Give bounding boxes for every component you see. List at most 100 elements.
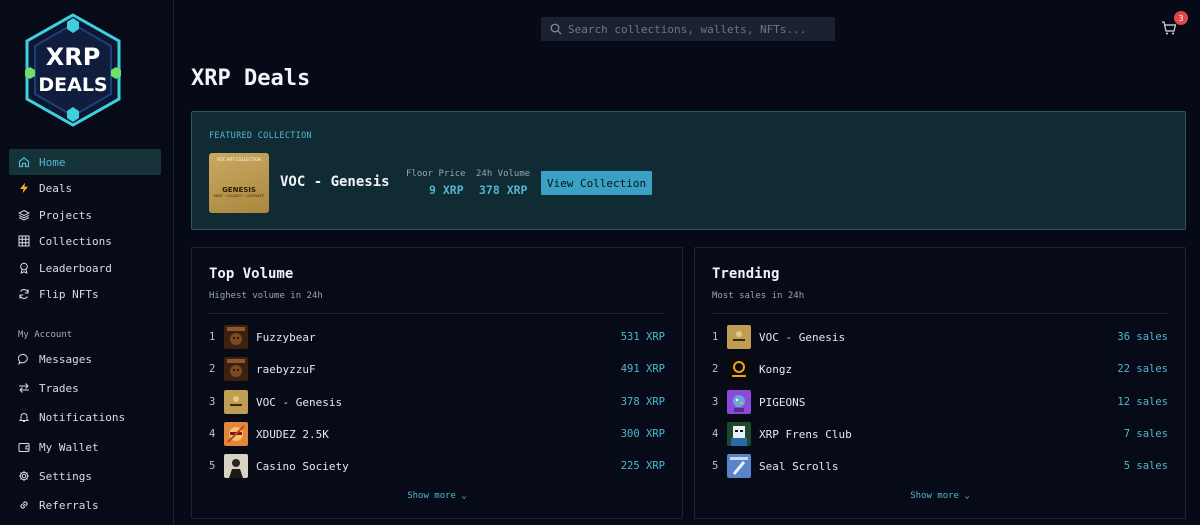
collection-thumbnail [727,422,751,446]
wallet-icon [18,441,30,453]
search-input[interactable]: Search collections, wallets, NFTs... [541,17,835,41]
home-icon [18,156,30,168]
collection-thumbnail [727,454,751,478]
sales-value: 36 sales [1117,331,1168,343]
table-row[interactable]: 1 VOC - Genesis 36 sales [712,325,1168,349]
search-icon [550,23,562,35]
featured-thumb-title: GENESIS [222,186,256,194]
collection-name: XRP Frens Club [759,427,852,441]
rank: 5 [209,460,216,472]
panel-subtitle: Highest volume in 24h [209,291,323,301]
table-row[interactable]: 4 XDUDEZ 2.5K 300 XRP [209,422,665,446]
sidebar-item-trades[interactable]: Trades [9,375,161,401]
sidebar-item-label: Settings [39,469,92,483]
sidebar-item-label: Home [39,155,66,169]
sidebar-item-label: My Wallet [39,440,99,454]
collection-thumbnail [224,454,248,478]
table-row[interactable]: 1 Fuzzybear 531 XRP [209,325,665,349]
featured-thumb-tagline: MINT · COLLECT · CULTIVATE [214,194,264,198]
collection-name: Kongz [759,362,793,376]
divider [209,313,665,314]
panel-title: Top Volume [209,266,294,282]
sidebar-item-label: Projects [39,208,92,222]
table-row[interactable]: 5 Casino Society 225 XRP [209,454,665,478]
sidebar-item-label: Messages [39,352,92,366]
rank: 4 [712,428,719,440]
rank: 3 [209,396,216,408]
my-account-label: My Account [18,330,73,340]
layers-icon [18,209,30,221]
sales-value: 7 sales [1123,428,1168,440]
featured-label: FEATURED COLLECTION [209,131,312,141]
collection-thumbnail [727,325,751,349]
floor-price-value: 9 XRP [429,183,464,197]
volume-value: 491 XRP [620,363,665,375]
sales-value: 22 sales [1117,363,1168,375]
sidebar-item-label: Collections [39,234,112,248]
rank: 1 [712,331,719,343]
sidebar-item-my-wallet[interactable]: My Wallet [9,434,161,460]
volume-value: 300 XRP [620,428,665,440]
sidebar-item-label: Leaderboard [39,261,112,275]
collection-name: XDUDEZ 2.5K [256,427,329,441]
bell-icon [18,411,30,423]
sidebar-item-messages[interactable]: Messages [9,346,161,372]
top-volume-panel: Top Volume Highest volume in 24h 1 Fuzzy… [191,247,683,519]
sales-value: 12 sales [1117,396,1168,408]
table-row[interactable]: 3 VOC - Genesis 378 XRP [209,390,665,414]
sidebar-item-collections[interactable]: Collections [9,228,161,254]
panel-title: Trending [712,266,780,282]
featured-collection-card: FEATURED COLLECTION VOC ART COLLECTION G… [191,111,1186,230]
collection-name: raebyzzuF [256,362,316,376]
divider [712,313,1168,314]
collection-name: VOC - Genesis [256,395,343,409]
featured-collection-image[interactable]: VOC ART COLLECTION GENESIS MINT · COLLEC… [209,153,269,213]
floor-price-label: Floor Price [406,169,466,179]
xrp-deals-logo[interactable]: XRP DEALS [22,12,124,128]
message-icon [18,353,30,365]
volume-value: 531 XRP [620,331,665,343]
table-row[interactable]: 5 Seal Scrolls 5 sales [712,454,1168,478]
sidebar-item-label: Flip NFTs [39,287,99,301]
cart-count-badge: 3 [1174,11,1188,25]
grid-icon [18,235,30,247]
sidebar-item-label: Deals [39,181,73,195]
collection-name: PIGEONS [759,395,806,409]
refresh-icon [18,288,30,300]
page-title: XRP Deals [191,66,311,91]
volume-value: 378 XRP [620,396,665,408]
table-row[interactable]: 3 PIGEONS 12 sales [712,390,1168,414]
collection-thumbnail [727,357,751,381]
rank: 1 [209,331,216,343]
sidebar-item-deals[interactable]: Deals [9,175,161,201]
search-placeholder: Search collections, wallets, NFTs... [568,22,807,36]
rank: 3 [712,396,719,408]
featured-thumb-caption: VOC ART COLLECTION [216,157,262,162]
sidebar-item-label: Notifications [39,410,126,424]
sidebar-item-settings[interactable]: Settings [9,463,161,489]
sidebar-item-projects[interactable]: Projects [9,202,161,228]
volume-label: 24h Volume [476,169,531,179]
featured-collection-name[interactable]: VOC - Genesis [280,174,390,190]
sidebar-item-referrals[interactable]: Referrals [9,492,161,518]
show-more-button[interactable]: Show more ⌄ [192,491,682,501]
sidebar-item-leaderboard[interactable]: Leaderboard [9,255,161,281]
collection-thumbnail [224,357,248,381]
table-row[interactable]: 2 raebyzzuF 491 XRP [209,357,665,381]
collection-thumbnail [727,390,751,414]
table-row[interactable]: 2 Kongz 22 sales [712,357,1168,381]
sales-value: 5 sales [1123,460,1168,472]
gear-icon [18,470,30,482]
link-icon [18,499,30,511]
sidebar-item-flip-nfts[interactable]: Flip NFTs [9,281,161,307]
volume-value: 225 XRP [620,460,665,472]
volume-value: 378 XRP [479,183,528,197]
rank: 2 [209,363,216,375]
sidebar-item-label: Referrals [39,498,99,512]
sidebar-item-notifications[interactable]: Notifications [9,404,161,430]
view-collection-button[interactable]: View Collection [541,171,652,195]
show-more-button[interactable]: Show more ⌄ [695,491,1185,501]
sidebar-item-home[interactable]: Home [9,149,161,175]
collection-name: Fuzzybear [256,330,316,344]
table-row[interactable]: 4 XRP Frens Club 7 sales [712,422,1168,446]
